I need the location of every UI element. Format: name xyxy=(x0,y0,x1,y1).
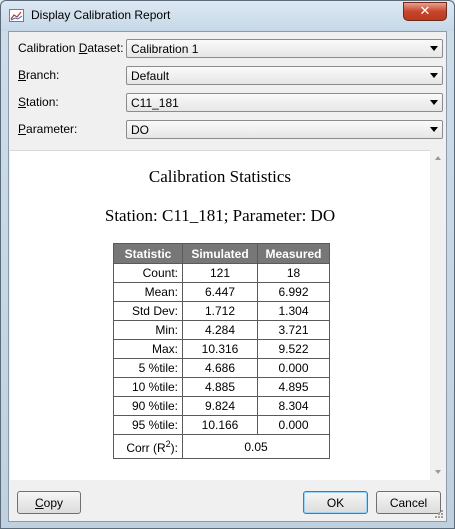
simulated-value: 6.447 xyxy=(182,282,258,302)
parameter-label-mnemonic: P xyxy=(18,122,27,136)
measured-value: 1.304 xyxy=(257,301,330,321)
dataset-label-pre: Calibration xyxy=(18,41,79,55)
corr-row: Corr (R2): 0.05 xyxy=(113,434,330,459)
cancel-button[interactable]: Cancel xyxy=(376,491,441,514)
dataset-value: Calibration 1 xyxy=(131,42,199,56)
window-title: Display Calibration Report xyxy=(31,8,171,22)
dataset-label-post: ataset: xyxy=(87,41,124,55)
parameter-label-post: arameter: xyxy=(26,122,78,136)
dialog-window: Display Calibration Report ✕ Calibration… xyxy=(0,0,455,529)
table-row: Max: 10.316 9.522 xyxy=(113,339,330,359)
stat-label: Count: xyxy=(113,263,183,283)
station-select[interactable]: C11_181 xyxy=(126,93,443,112)
stat-label: 10 %tile: xyxy=(113,377,183,397)
station-label-post: tation: xyxy=(26,95,59,109)
measured-value: 3.721 xyxy=(257,320,330,340)
dataset-label: Calibration Dataset: xyxy=(18,41,123,55)
simulated-value: 4.284 xyxy=(182,320,258,340)
chevron-down-icon xyxy=(430,73,438,78)
simulated-value: 4.885 xyxy=(182,377,258,397)
parameter-label: Parameter: xyxy=(18,122,77,136)
measured-value: 18 xyxy=(257,263,330,283)
station-value: C11_181 xyxy=(131,96,179,110)
measured-value: 0.000 xyxy=(257,358,330,378)
chart-icon xyxy=(9,9,24,22)
dataset-row: Calibration Dataset: Calibration 1 xyxy=(18,39,443,58)
parameter-row: Parameter: DO xyxy=(18,120,443,139)
stat-label: 95 %tile: xyxy=(113,415,183,435)
branch-label-post: ranch: xyxy=(26,68,60,82)
report-pane[interactable]: Calibration Statistics Station: C11_181;… xyxy=(10,150,430,480)
measured-value: 0.000 xyxy=(257,415,330,435)
copy-mnemonic: C xyxy=(34,495,44,510)
parameter-value: DO xyxy=(131,123,149,137)
station-label-mnemonic: S xyxy=(18,95,27,109)
scroll-up-icon[interactable] xyxy=(435,156,441,160)
simulated-value: 10.316 xyxy=(182,339,258,359)
measured-value: 8.304 xyxy=(257,396,330,416)
branch-label-mnemonic: B xyxy=(18,68,27,82)
measured-value: 4.895 xyxy=(257,377,330,397)
report-scrollbar[interactable] xyxy=(430,150,446,480)
stat-label: 90 %tile: xyxy=(113,396,183,416)
measured-value: 9.522 xyxy=(257,339,330,359)
station-label: Station: xyxy=(18,95,59,109)
title-bar[interactable]: Display Calibration Report ✕ xyxy=(1,1,454,31)
chevron-down-icon xyxy=(430,100,438,105)
copy-label: opy xyxy=(43,495,64,510)
stat-label: Mean: xyxy=(113,282,183,302)
table-row: 90 %tile: 9.824 8.304 xyxy=(113,396,330,416)
ok-label: OK xyxy=(326,495,345,510)
corr-label-post: ): xyxy=(170,440,178,455)
simulated-value: 9.824 xyxy=(182,396,258,416)
close-button[interactable]: ✕ xyxy=(403,2,447,21)
simulated-value: 10.166 xyxy=(182,415,258,435)
station-row: Station: C11_181 xyxy=(18,93,443,112)
report-subtitle: Station: C11_181; Parameter: DO xyxy=(104,206,336,225)
stat-label: Max: xyxy=(113,339,183,359)
header-statistic: Statistic xyxy=(113,243,183,264)
measured-value: 6.992 xyxy=(257,282,330,302)
scroll-down-icon[interactable] xyxy=(435,470,441,474)
ok-button[interactable]: OK xyxy=(303,491,368,514)
cancel-label: Cancel xyxy=(389,495,428,510)
header-simulated: Simulated xyxy=(182,243,258,264)
corr-label: Corr (R2): xyxy=(113,434,183,459)
corr-label-pre: Corr (R xyxy=(126,440,166,455)
table-row: Std Dev: 1.712 1.304 xyxy=(113,301,330,321)
report-title: Calibration Statistics xyxy=(148,167,292,186)
close-icon: ✕ xyxy=(419,4,431,19)
table-row: 10 %tile: 4.885 4.895 xyxy=(113,377,330,397)
stat-label: Min: xyxy=(113,320,183,340)
table-row: Count: 121 18 xyxy=(113,263,330,283)
dataset-select[interactable]: Calibration 1 xyxy=(126,39,443,58)
dialog-client-area: Calibration Dataset: Calibration 1 Branc… xyxy=(8,31,447,522)
copy-button[interactable]: Copy xyxy=(17,491,81,514)
parameter-select[interactable]: DO xyxy=(126,120,443,139)
stats-table: Statistic Simulated Measured Count: 121 … xyxy=(113,243,330,459)
branch-row: Branch: Default xyxy=(18,66,443,85)
corr-value: 0.05 xyxy=(182,434,330,459)
simulated-value: 1.712 xyxy=(182,301,258,321)
table-row: Min: 4.284 3.721 xyxy=(113,320,330,340)
chevron-down-icon xyxy=(430,127,438,132)
chevron-down-icon xyxy=(430,46,438,51)
table-row: 95 %tile: 10.166 0.000 xyxy=(113,415,330,435)
resize-grip-icon[interactable] xyxy=(434,509,444,519)
simulated-value: 121 xyxy=(182,263,258,283)
stat-label: 5 %tile: xyxy=(113,358,183,378)
table-row: 5 %tile: 4.686 0.000 xyxy=(113,358,330,378)
branch-label: Branch: xyxy=(18,68,59,82)
branch-value: Default xyxy=(131,69,170,83)
branch-select[interactable]: Default xyxy=(126,66,443,85)
stat-label: Std Dev: xyxy=(113,301,183,321)
header-measured: Measured xyxy=(257,243,330,264)
table-header-row: Statistic Simulated Measured xyxy=(113,243,330,264)
table-row: Mean: 6.447 6.992 xyxy=(113,282,330,302)
simulated-value: 4.686 xyxy=(182,358,258,378)
